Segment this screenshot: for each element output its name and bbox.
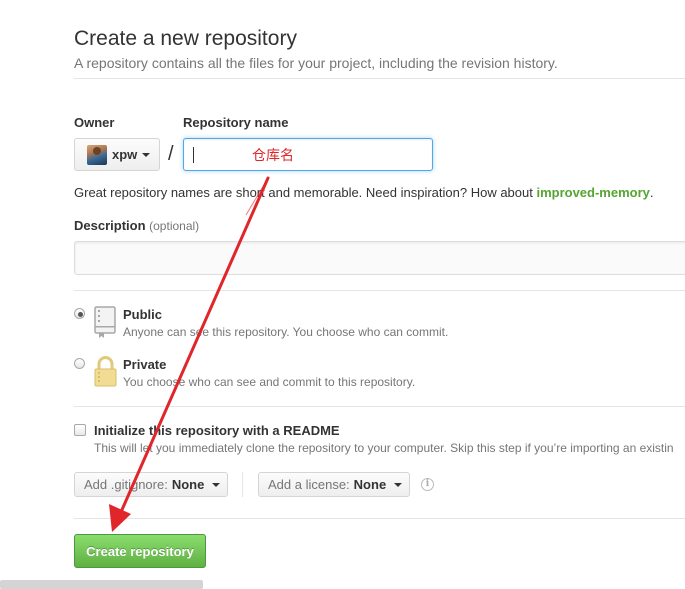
gitignore-label: Add .gitignore: bbox=[84, 477, 168, 492]
optional-tag: (optional) bbox=[149, 219, 200, 233]
create-repository-button[interactable]: Create repository bbox=[74, 534, 206, 568]
license-dropdown[interactable]: Add a license: None bbox=[258, 472, 410, 497]
hint-text: Great repository names are short and mem… bbox=[74, 185, 537, 200]
suggested-name-link[interactable]: improved-memory bbox=[536, 185, 649, 200]
chevron-down-icon bbox=[212, 482, 221, 487]
annotation-arrow bbox=[109, 176, 270, 532]
description-divider bbox=[74, 290, 685, 291]
page-subtitle: A repository contains all the files for … bbox=[74, 55, 558, 71]
owner-dropdown[interactable]: xpw bbox=[74, 138, 160, 171]
license-label: Add a license: bbox=[268, 477, 350, 492]
readme-title: Initialize this repository with a README bbox=[94, 423, 340, 438]
avatar bbox=[87, 144, 107, 165]
owner-label: Owner bbox=[74, 115, 115, 130]
public-title: Public bbox=[123, 307, 163, 322]
repo-name-label: Repository name bbox=[183, 115, 289, 130]
horizontal-scrollbar[interactable] bbox=[0, 580, 203, 589]
text-cursor bbox=[193, 147, 194, 163]
readme-checkbox[interactable] bbox=[74, 424, 86, 436]
chevron-down-icon bbox=[394, 482, 403, 487]
public-desc: Anyone can see this repository. You choo… bbox=[123, 325, 449, 339]
description-label-text: Description bbox=[74, 218, 146, 233]
gitignore-dropdown[interactable]: Add .gitignore: None bbox=[74, 472, 228, 497]
visibility-divider bbox=[74, 406, 685, 407]
owner-name: xpw bbox=[112, 147, 138, 162]
license-value: None bbox=[353, 477, 387, 492]
page-title: Create a new repository bbox=[74, 27, 297, 50]
description-input[interactable] bbox=[74, 241, 685, 275]
info-icon[interactable]: i bbox=[421, 478, 434, 491]
public-radio[interactable] bbox=[74, 308, 85, 319]
chevron-down-icon bbox=[142, 152, 151, 157]
header-divider bbox=[74, 78, 685, 79]
lock-icon bbox=[93, 355, 118, 387]
repo-book-icon bbox=[93, 306, 118, 338]
options-divider bbox=[74, 518, 685, 519]
gitignore-value: None bbox=[171, 477, 205, 492]
private-desc: You choose who can see and commit to thi… bbox=[123, 375, 416, 389]
repo-name-input[interactable] bbox=[183, 138, 433, 171]
select-separator bbox=[242, 472, 243, 497]
hint-end: . bbox=[649, 185, 654, 200]
name-hint: Great repository names are short and mem… bbox=[74, 185, 654, 200]
description-label: Description (optional) bbox=[74, 218, 199, 233]
readme-desc: This will let you immediately clone the … bbox=[94, 441, 674, 455]
annotation-label: 仓库名 bbox=[252, 147, 294, 163]
owner-repo-separator: / bbox=[168, 143, 174, 165]
private-title: Private bbox=[123, 357, 167, 372]
private-radio[interactable] bbox=[74, 358, 85, 369]
